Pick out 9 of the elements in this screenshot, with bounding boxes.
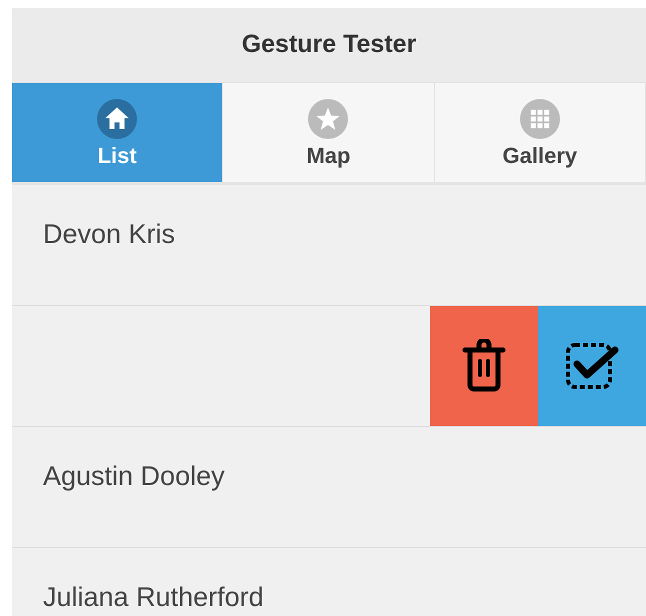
app-title: Gesture Tester	[242, 29, 416, 60]
tab[interactable]: Gallery	[434, 83, 646, 182]
home-icon	[97, 98, 138, 138]
grid-icon	[520, 98, 560, 138]
checkbox-icon	[565, 342, 619, 390]
delete-button[interactable]	[430, 306, 538, 426]
tab[interactable]: Map	[223, 83, 435, 182]
complete-button[interactable]	[538, 306, 646, 426]
trash-icon	[461, 339, 507, 393]
